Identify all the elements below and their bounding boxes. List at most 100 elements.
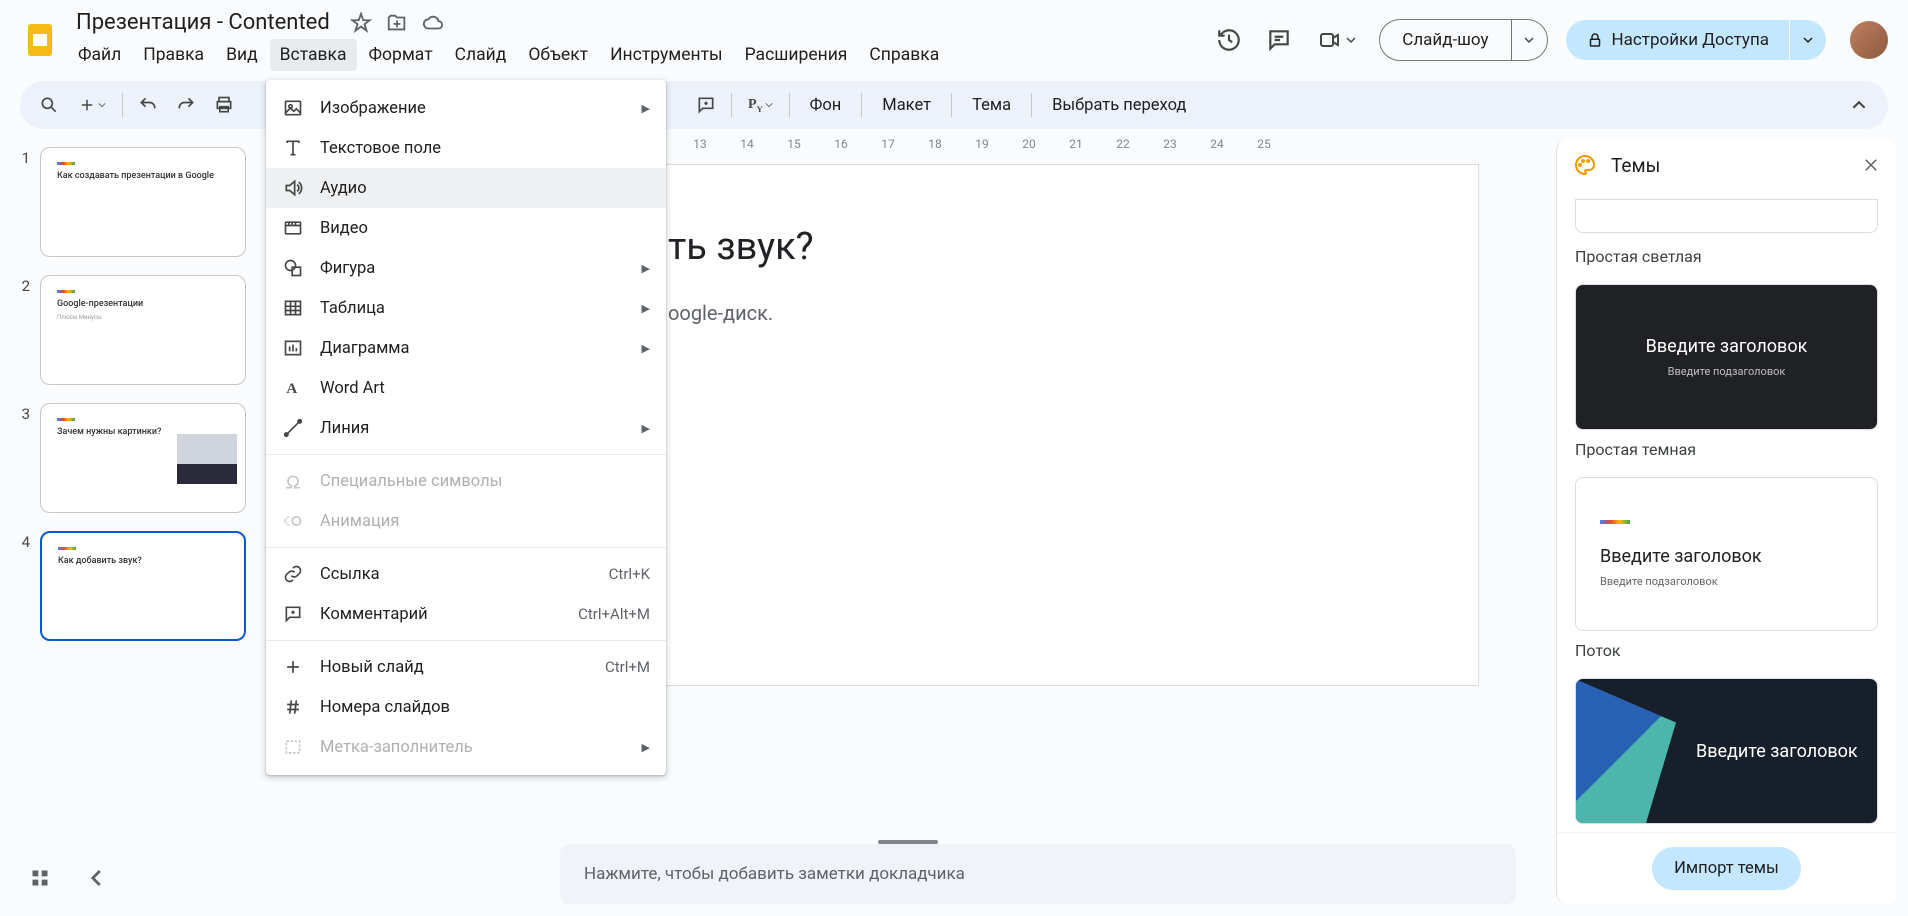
menu-item-label: Новый слайд [320, 658, 589, 677]
cloud-icon[interactable] [422, 12, 444, 34]
menu-item-link[interactable]: Ссылка Ctrl+K [266, 554, 666, 594]
comment-add-icon[interactable] [689, 88, 723, 122]
chart-icon [282, 337, 304, 359]
undo-icon[interactable] [131, 88, 165, 122]
shortcut: Ctrl+K [609, 565, 650, 583]
menu-item-label: Линия [320, 419, 626, 438]
print-icon[interactable] [207, 88, 241, 122]
history-icon[interactable] [1213, 24, 1245, 56]
slide-thumb[interactable]: 2Google-презентацииПлюсы Минусы [14, 275, 246, 385]
menu-item-line[interactable]: Линия ▶ [266, 408, 666, 448]
slide-thumb[interactable]: 3Зачем нужны картинки? [14, 403, 246, 513]
omega-icon [282, 470, 304, 492]
menu-слайд[interactable]: Слайд [445, 39, 517, 71]
close-icon[interactable] [1862, 156, 1880, 174]
menu-item-label: Видео [320, 219, 650, 238]
star-icon[interactable] [350, 12, 372, 34]
theme-label: Простая светлая [1575, 247, 1878, 266]
menu-item-plus[interactable]: Новый слайдCtrl+M [266, 647, 666, 687]
video-icon [282, 217, 304, 239]
move-icon[interactable] [386, 12, 408, 34]
lock-icon [1586, 31, 1604, 49]
menu-вставка[interactable]: Вставка [270, 39, 357, 71]
svg-text:A: A [286, 381, 297, 397]
menu-вид[interactable]: Вид [216, 39, 268, 71]
new-slide-button[interactable] [70, 88, 114, 122]
placeholder-icon [282, 736, 304, 758]
import-theme-button[interactable]: Импорт темы [1652, 847, 1801, 890]
hash-icon [282, 696, 304, 718]
submenu-arrow-icon: ▶ [642, 741, 650, 754]
slide-number: 3 [14, 403, 30, 513]
menu-item-video[interactable]: Видео [266, 208, 666, 248]
speaker-notes[interactable]: Нажмите, чтобы добавить заметки докладчи… [560, 844, 1516, 904]
submenu-arrow-icon: ▶ [642, 102, 650, 115]
menu-item-label: Таблица [320, 299, 626, 318]
menu-файл[interactable]: Файл [68, 39, 131, 71]
collapse-filmstrip-icon[interactable] [90, 868, 104, 888]
wordart-icon: A [282, 377, 304, 399]
menu-item-label: Аудио [320, 179, 650, 198]
menu-item-label: Текстовое поле [320, 139, 650, 158]
redo-icon[interactable] [169, 88, 203, 122]
filmstrip: 1Как создавать презентации в Google 2Goog… [0, 129, 260, 916]
doc-title[interactable]: Презентация - Contented [68, 8, 338, 37]
menubar: ФайлПравкаВидВставкаФорматСлайдОбъектИнс… [68, 39, 1213, 71]
themes-panel: Темы Простая светлаяВведите заголовокВве… [1556, 139, 1896, 904]
slide-number: 1 [14, 147, 30, 257]
menu-инструменты[interactable]: Инструменты [600, 39, 733, 71]
menu-объект[interactable]: Объект [518, 39, 598, 71]
slide-thumb[interactable]: 1Как создавать презентации в Google [14, 147, 246, 257]
menu-item-label: Фигура [320, 259, 626, 278]
theme-label: Простая темная [1575, 440, 1878, 459]
collapse-toolbar-icon[interactable] [1842, 88, 1876, 122]
share-button[interactable]: Настройки Доступа [1566, 20, 1789, 60]
text-icon [282, 137, 304, 159]
theme-button[interactable]: Тема [960, 96, 1023, 115]
header: Презентация - Contented ФайлПравкаВидВст… [0, 0, 1908, 71]
menu-item-comment[interactable]: КомментарийCtrl+Alt+M [266, 594, 666, 634]
submenu-arrow-icon: ▶ [642, 422, 650, 435]
slideshow-button[interactable]: Слайд-шоу [1379, 19, 1511, 61]
menu-item-table[interactable]: Таблица ▶ [266, 288, 666, 328]
menu-item-audio[interactable]: Аудио [266, 168, 666, 208]
image-icon [282, 97, 304, 119]
submenu-arrow-icon: ▶ [642, 302, 650, 315]
share-dropdown[interactable] [1790, 20, 1826, 60]
placeholder-tool[interactable]: PY [740, 88, 781, 122]
menu-расширения[interactable]: Расширения [735, 39, 858, 71]
layout-button[interactable]: Макет [870, 96, 943, 115]
menu-item-label: Ссылка [320, 565, 593, 584]
theme-card[interactable]: Введите заголовокВведите подзаголовок [1575, 284, 1878, 430]
menu-правка[interactable]: Правка [133, 39, 214, 71]
menu-item-label: Word Art [320, 379, 650, 398]
menu-item-image[interactable]: Изображение▶ [266, 88, 666, 128]
slideshow-dropdown[interactable] [1512, 19, 1548, 61]
search-icon[interactable] [32, 88, 66, 122]
theme-card[interactable]: Введите заголовок [1575, 678, 1878, 824]
shortcut: Ctrl+Alt+M [578, 605, 650, 623]
table-icon [282, 297, 304, 319]
submenu-arrow-icon: ▶ [642, 342, 650, 355]
slide-number: 4 [14, 531, 30, 641]
slide-thumb[interactable]: 4Как добавить звук? [14, 531, 246, 641]
menu-item-text[interactable]: Текстовое поле [266, 128, 666, 168]
slides-logo-icon[interactable] [20, 20, 60, 60]
avatar[interactable] [1850, 21, 1888, 59]
grid-view-icon[interactable] [30, 868, 50, 888]
theme-card[interactable]: Введите заголовокВведите подзаголовок [1575, 477, 1878, 631]
transition-button[interactable]: Выбрать переход [1040, 96, 1198, 115]
comments-icon[interactable] [1263, 24, 1295, 56]
background-button[interactable]: Фон [798, 96, 854, 115]
menu-формат[interactable]: Формат [359, 39, 443, 71]
menu-item-wordart[interactable]: A Word Art [266, 368, 666, 408]
menu-item-placeholder: Метка-заполнитель ▶ [266, 727, 666, 767]
line-icon [282, 417, 304, 439]
meet-icon[interactable] [1313, 24, 1361, 56]
menu-item-shape[interactable]: Фигура▶ [266, 248, 666, 288]
menu-item-chart[interactable]: Диаграмма▶ [266, 328, 666, 368]
menu-item-label: Метка-заполнитель [320, 738, 626, 757]
menu-item-hash[interactable]: Номера слайдов [266, 687, 666, 727]
menu-справка[interactable]: Справка [859, 39, 949, 71]
menu-item-omega: Специальные символы [266, 461, 666, 501]
